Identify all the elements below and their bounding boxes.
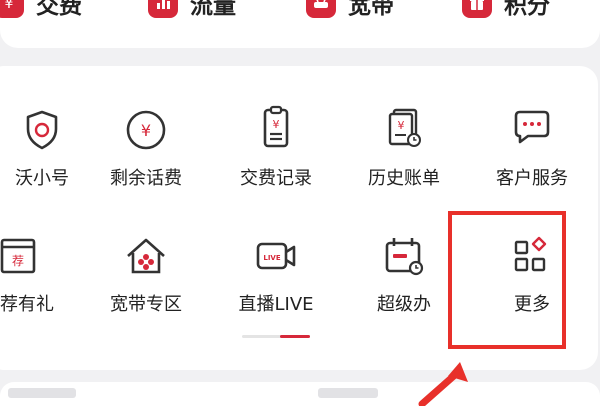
page-indicator-active: [280, 335, 310, 338]
grid-item-balance[interactable]: ¥ 剩余话费: [86, 96, 206, 216]
top-quick-actions: ¥ 交费 流量 宽带 积分: [0, 0, 600, 48]
annotation-arrow-icon: [418, 362, 468, 406]
grid-item-label: 客户服务: [496, 168, 568, 189]
svg-text:¥: ¥: [398, 119, 405, 132]
grid-item-label: 剩余话费: [110, 168, 182, 189]
grid-item-recommend[interactable]: 荐 推荐有礼: [0, 222, 78, 342]
grid-item-label: 超级办: [377, 294, 431, 315]
top-item-points[interactable]: 积分: [462, 0, 550, 20]
grid-item-super-handle[interactable]: 超级办: [344, 222, 464, 342]
bottom-text-placeholder: [8, 388, 76, 398]
chat-bubble-icon: [508, 104, 556, 152]
grid-item-live[interactable]: LIVE 直播LIVE: [216, 222, 336, 342]
yuan-icon: ¥: [0, 0, 24, 18]
top-item-broadband[interactable]: 宽带: [306, 0, 394, 20]
grid-item-label: 直播LIVE: [238, 294, 314, 315]
svg-text:荐: 荐: [12, 254, 24, 268]
bottom-text-placeholder: [318, 388, 378, 398]
top-item-data[interactable]: 流量: [148, 0, 236, 20]
yuan-circle-icon: ¥: [122, 106, 170, 154]
bar-chart-icon: [148, 0, 178, 18]
grid-item-pay-records[interactable]: ¥ 交费记录: [216, 96, 336, 216]
grid-item-history-bills[interactable]: ¥ 历史账单: [344, 96, 464, 216]
grid-item-broadband-zone[interactable]: 宽带专区: [86, 222, 206, 342]
gift-icon: [462, 0, 492, 18]
receipt-icon: ¥: [252, 104, 300, 152]
grid-item-customer-service[interactable]: 客户服务: [472, 96, 592, 216]
router-icon: [306, 0, 336, 18]
top-item-label: 交费: [36, 0, 82, 19]
home-network-icon: [122, 232, 170, 280]
grid-item-label: 历史账单: [368, 168, 440, 189]
top-item-label: 宽带: [348, 0, 394, 19]
bill-history-icon: ¥: [380, 104, 428, 152]
live-camera-icon: LIVE: [252, 232, 300, 280]
svg-text:¥: ¥: [273, 118, 280, 131]
grid-item-label: 宽带专区: [110, 294, 182, 315]
top-item-label: 流量: [190, 0, 236, 19]
top-item-pay[interactable]: ¥ 交费: [0, 0, 82, 20]
grid-item-label: 推荐有礼: [0, 294, 54, 315]
annotation-highlight-box: [448, 211, 566, 349]
top-item-label: 积分: [504, 0, 550, 19]
shield-phone-icon: [18, 106, 66, 154]
bottom-section: [0, 382, 600, 412]
svg-text:¥: ¥: [5, 0, 14, 12]
svg-text:¥: ¥: [141, 121, 151, 140]
calendar-clock-icon: [380, 232, 428, 280]
page-indicator: [242, 335, 310, 338]
svg-text:LIVE: LIVE: [263, 254, 280, 262]
recommend-icon: 荐: [0, 232, 42, 280]
grid-item-label: 交费记录: [240, 168, 312, 189]
